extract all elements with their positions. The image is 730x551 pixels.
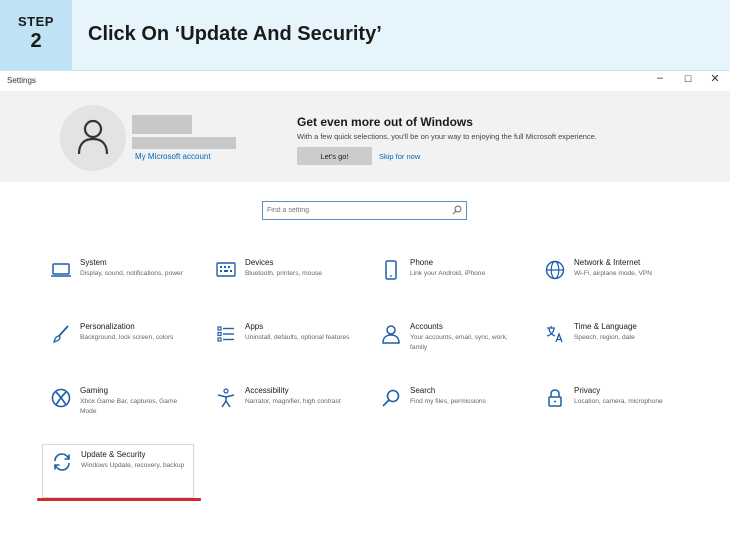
language-icon: [546, 326, 563, 343]
find-setting-search[interactable]: [262, 201, 467, 220]
redacted-name: [132, 115, 192, 134]
tile-description: Display, sound, notifications, power: [80, 270, 183, 277]
laptop-icon: [51, 263, 71, 277]
tile-apps[interactable]: Apps Uninstall, defaults, optional featu…: [207, 317, 357, 369]
tile-search[interactable]: Search Find my files, permissions: [372, 381, 522, 433]
tile-title: Time & Language: [574, 322, 637, 331]
step-title: Click On ‘Update And Security’: [88, 23, 382, 45]
tile-update-security[interactable]: Update & Security Windows Update, recove…: [42, 444, 194, 498]
tile-description: Location, camera, microphone: [574, 398, 663, 405]
tile-network-internet[interactable]: Network & Internet Wi-Fi, airplane mode,…: [536, 253, 686, 305]
step-banner: STEP 2 Click On ‘Update And Security’: [0, 0, 730, 71]
tile-description: Narrator, magnifier, high contrast: [245, 398, 341, 405]
redacted-email: [132, 137, 236, 149]
tile-title: Devices: [245, 258, 274, 267]
tile-description: Xbox Game Bar, captures, Game Mode: [80, 398, 178, 415]
xbox-icon: [51, 388, 71, 408]
tile-accounts[interactable]: Accounts Your accounts, email, sync, wor…: [372, 317, 522, 369]
close-button[interactable]: ✕: [705, 72, 725, 85]
skip-for-now-link[interactable]: Skip for now: [379, 152, 420, 161]
settings-window: Settings – ☐ ✕ My Microsoft account Get …: [0, 71, 730, 551]
accessibility-icon: [217, 388, 235, 408]
step-number: 2: [30, 30, 42, 52]
tile-gaming[interactable]: Gaming Xbox Game Bar, captures, Game Mod…: [42, 381, 192, 433]
step-badge: STEP 2: [0, 0, 72, 70]
tile-title: Privacy: [574, 386, 601, 395]
tile-title: Accounts: [410, 322, 443, 331]
search-input[interactable]: [267, 204, 447, 216]
tile-description: Wi-Fi, airplane mode, VPN: [574, 270, 653, 277]
hero-title: Get even more out of Windows: [297, 115, 473, 129]
phone-icon: [385, 260, 397, 280]
minimize-button[interactable]: –: [650, 72, 670, 84]
tile-accessibility[interactable]: Accessibility Narrator, magnifier, high …: [207, 381, 357, 433]
lets-go-button[interactable]: Let's go!: [297, 147, 372, 165]
brush-icon: [52, 325, 69, 344]
sync-icon: [54, 453, 70, 471]
tile-title: Apps: [245, 322, 264, 331]
account-banner: My Microsoft account Get even more out o…: [0, 91, 730, 182]
tile-title: Network & Internet: [574, 258, 641, 267]
avatar[interactable]: [60, 105, 126, 171]
tile-description: Speech, region, date: [574, 334, 635, 341]
apps-list-icon: [217, 326, 234, 342]
tile-description: Your accounts, email, sync, work, family: [410, 334, 508, 351]
tile-personalization[interactable]: Personalization Background, lock screen,…: [42, 317, 192, 369]
tile-phone[interactable]: Phone Link your Android, iPhone: [372, 253, 522, 305]
tile-title: Search: [410, 386, 436, 395]
search-icon: [382, 389, 400, 407]
globe-icon: [545, 260, 565, 280]
tile-description: Background, lock screen, colors: [80, 334, 174, 341]
tile-privacy[interactable]: Privacy Location, camera, microphone: [536, 381, 686, 433]
tile-title: Phone: [410, 258, 434, 267]
lock-icon: [548, 389, 562, 407]
person-icon: [77, 119, 109, 155]
tile-system[interactable]: System Display, sound, notifications, po…: [42, 253, 192, 305]
hero-description: With a few quick selections, you'll be o…: [297, 132, 597, 141]
tile-description: Find my files, permissions: [410, 398, 486, 405]
maximize-button[interactable]: ☐: [678, 74, 698, 85]
highlight-underline: [37, 498, 201, 501]
tile-title: Personalization: [80, 322, 135, 331]
tile-title: Accessibility: [245, 386, 289, 395]
step-label: STEP: [18, 14, 54, 29]
tile-title: Gaming: [80, 386, 109, 395]
tile-title: System: [80, 258, 107, 267]
window-title: Settings: [7, 76, 36, 85]
tile-title: Update & Security: [81, 450, 146, 459]
search-icon: [452, 205, 462, 215]
my-microsoft-account-link[interactable]: My Microsoft account: [135, 152, 211, 161]
tile-description: Link your Android, iPhone: [410, 270, 486, 277]
tile-devices[interactable]: Devices Bluetooth, printers, mouse: [207, 253, 357, 305]
tile-time-language[interactable]: Time & Language Speech, region, date: [536, 317, 686, 369]
window-titlebar: Settings – ☐ ✕: [0, 71, 730, 91]
tile-description: Uninstall, defaults, optional features: [245, 334, 350, 341]
tile-description: Windows Update, recovery, backup: [81, 462, 185, 469]
person-icon: [382, 325, 400, 344]
tile-description: Bluetooth, printers, mouse: [245, 270, 322, 277]
keyboard-icon: [216, 262, 236, 277]
